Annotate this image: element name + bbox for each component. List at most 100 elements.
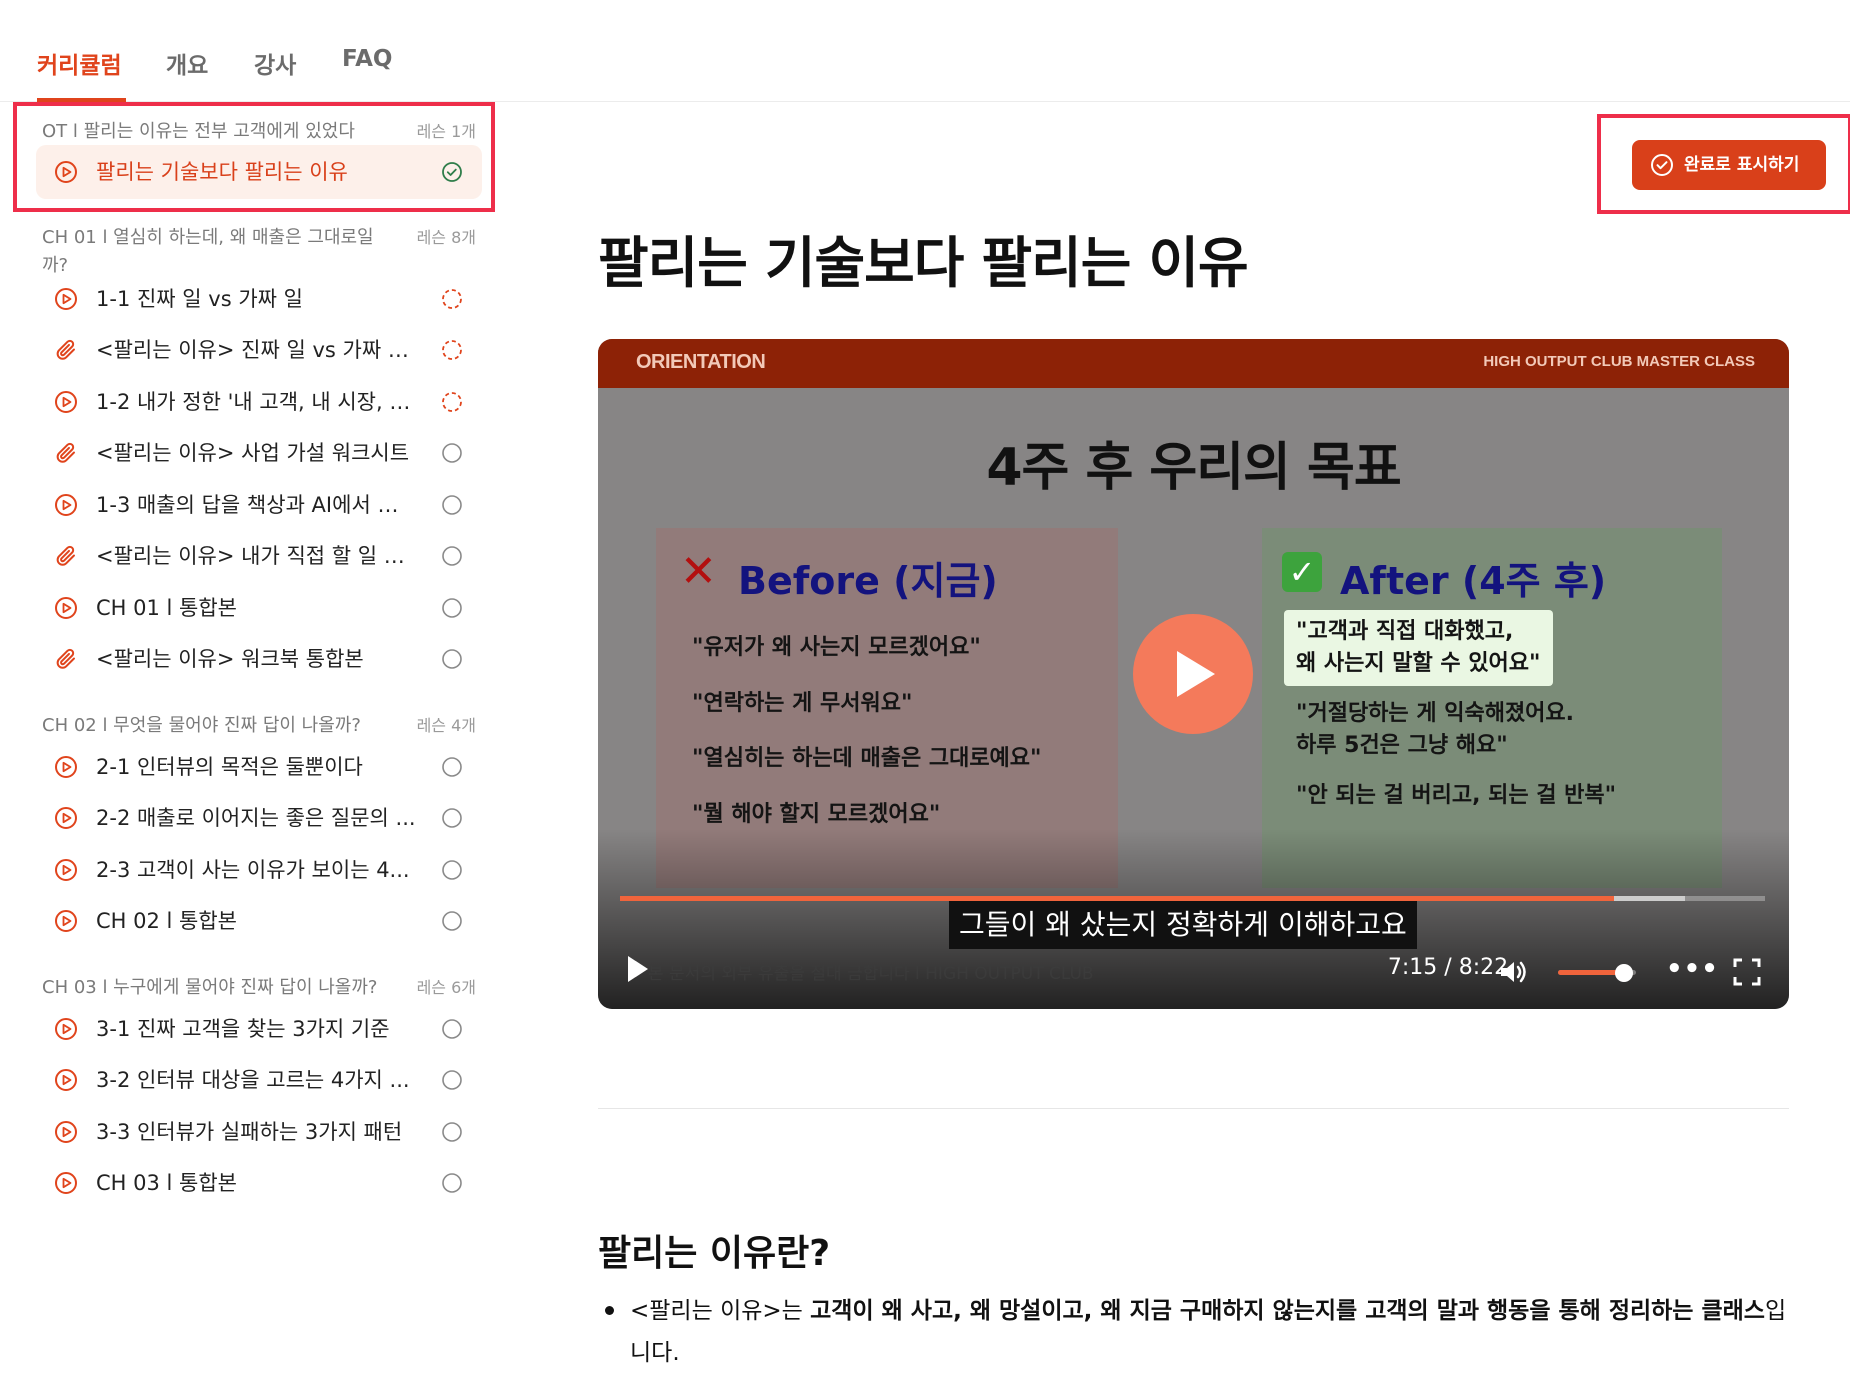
lesson-title: 1-3 매출의 답을 책상과 AI에서 찾... [96, 493, 416, 517]
play-circle-icon [54, 1120, 78, 1144]
mark-complete-button[interactable]: 완료로 표시하기 [1632, 140, 1826, 190]
section-title: CH 02 l 무엇을 물어야 진짜 답이 나올까? [42, 715, 361, 736]
video-player[interactable]: ORIENTATION HIGH OUTPUT CLUB MASTER CLAS… [598, 339, 1789, 1009]
after-quote-line: 왜 사는지 말할 수 있어요" [1296, 651, 1541, 676]
lesson-item[interactable]: <팔리는 이유> 내가 직접 할 일 vs ... [36, 529, 482, 583]
not-started-icon [441, 1018, 463, 1040]
lesson-title: 1-1 진짜 일 vs 가짜 일 [96, 287, 303, 311]
cross-mark-icon: ✕ [680, 546, 717, 597]
lesson-item[interactable]: <팔리는 이유> 워크북 통합본 [36, 632, 482, 686]
not-started-icon [441, 545, 463, 567]
lesson-title: <팔리는 이유> 워크북 통합본 [96, 647, 364, 671]
lesson-item[interactable]: 2-3 고객이 사는 이유가 보이는 4... [36, 843, 482, 897]
lesson-item[interactable]: 1-2 내가 정한 '내 고객, 내 시장, 내... [36, 375, 482, 429]
play-circle-icon [54, 596, 78, 620]
lesson-title: 1-2 내가 정한 '내 고객, 내 시장, 내... [96, 390, 416, 414]
in-progress-icon [441, 391, 463, 413]
play-circle-icon [54, 287, 78, 311]
after-quote-line: "안 되는 걸 버리고, 되는 걸 반복" [1296, 783, 1617, 808]
lesson-item[interactable]: CH 01 l 통합본 [36, 581, 482, 635]
content-divider [598, 1108, 1789, 1109]
section-lesson-count: 레슨 8개 [416, 228, 476, 247]
lesson-item[interactable]: 3-3 인터뷰가 실패하는 3가지 패턴 [36, 1105, 482, 1159]
not-started-icon [441, 1069, 463, 1091]
lesson-item[interactable]: CH 03 l 통합본 [36, 1156, 482, 1210]
not-started-icon [441, 648, 463, 670]
play-circle-icon [54, 755, 78, 779]
more-options-icon[interactable]: ••• [1666, 956, 1718, 985]
video-subtitle: 그들이 왜 샀는지 정확하게 이해하고요 [949, 901, 1417, 949]
after-quote: "거절당하는 게 익숙해졌어요. 하루 5건은 그냥 해요" [1296, 698, 1574, 762]
before-quote: "열심히는 하는데 매출은 그대로예요" [692, 746, 1042, 771]
in-progress-icon [441, 339, 463, 361]
volume-icon[interactable] [1498, 957, 1528, 987]
slide-heading: 4주 후 우리의 목표 [986, 438, 1401, 498]
play-circle-icon [54, 1068, 78, 1092]
before-quote: "유저가 왜 사는지 모르겠어요" [692, 635, 981, 660]
after-quote-line: 하루 5건은 그냥 해요" [1296, 733, 1508, 758]
after-quote-line: "거절당하는 게 익숙해졌어요. [1296, 701, 1575, 726]
big-play-button[interactable] [1133, 614, 1253, 734]
lesson-item[interactable]: <팔리는 이유> 진짜 일 vs 가짜 일 ... [36, 323, 482, 377]
volume-slider[interactable] [1558, 964, 1636, 982]
not-started-icon [441, 859, 463, 881]
curriculum-sidebar: OT l 팔리는 이유는 전부 고객에게 있었다 레슨 1개 팔리는 기술보다 팔리… [0, 102, 500, 1390]
slide-brand-label: HIGH OUTPUT CLUB MASTER CLASS [1483, 353, 1755, 370]
not-started-icon [441, 807, 463, 829]
section-title: CH 03 l 누구에게 물어야 진짜 답이 나올까? [42, 977, 378, 998]
tab-overview[interactable]: 개요 [166, 46, 208, 80]
mark-complete-label: 완료로 표시하기 [1684, 155, 1800, 175]
after-quote: "안 되는 걸 버리고, 되는 걸 반복" [1296, 780, 1616, 812]
tab-curriculum[interactable]: 커리큘럼 [37, 46, 122, 80]
lesson-item[interactable]: 3-1 진짜 고객을 찾는 3가지 기준 [36, 1002, 482, 1056]
lesson-title: <팔리는 이유> 사업 가설 워크시트 [96, 441, 410, 465]
lesson-title: CH 01 l 통합본 [96, 596, 237, 620]
lesson-item[interactable]: <팔리는 이유> 사업 가설 워크시트 [36, 426, 482, 480]
play-icon [1177, 651, 1215, 697]
after-quote-line: "고객과 직접 대화했고, [1296, 619, 1514, 644]
section-lesson-count: 레슨 6개 [416, 978, 476, 997]
tab-faq[interactable]: FAQ [342, 46, 392, 72]
tab-instructor[interactable]: 강사 [254, 46, 296, 80]
not-started-icon [441, 1172, 463, 1194]
fullscreen-icon[interactable] [1732, 957, 1762, 987]
play-circle-icon [54, 909, 78, 933]
lesson-title: <팔리는 이유> 내가 직접 할 일 vs ... [96, 544, 416, 568]
not-started-icon [441, 442, 463, 464]
play-icon[interactable] [626, 954, 650, 984]
lesson-title: 2-1 인터뷰의 목적은 둘뿐이다 [96, 755, 363, 779]
bullet-lead: <팔리는 이유>는 [630, 1298, 811, 1324]
lesson-title: CH 03 l 통합본 [96, 1171, 237, 1195]
description-bullet: <팔리는 이유>는 고객이 왜 사고, 왜 망설이고, 왜 지금 구매하지 않는… [630, 1290, 1795, 1374]
video-watermark: 본 문서의 외부 유출을 절대 금합니다 l HIGH OUTPUT CLUB [648, 964, 1094, 984]
not-started-icon [441, 756, 463, 778]
paperclip-icon [54, 647, 78, 671]
play-circle-icon [54, 1171, 78, 1195]
paperclip-icon [54, 441, 78, 465]
lesson-item[interactable]: 2-2 매출로 이어지는 좋은 질문의 ... [36, 791, 482, 845]
annotation-highlight-box [13, 102, 495, 212]
lesson-item[interactable]: CH 02 l 통합본 [36, 894, 482, 948]
slide-header-bar: ORIENTATION HIGH OUTPUT CLUB MASTER CLAS… [598, 339, 1789, 388]
lesson-title: CH 02 l 통합본 [96, 909, 237, 933]
check-box-icon: ✓ [1282, 552, 1322, 592]
play-circle-icon [54, 1017, 78, 1041]
lesson-item[interactable]: 3-2 인터뷰 대상을 고르는 4가지 ... [36, 1053, 482, 1107]
not-started-icon [441, 494, 463, 516]
slide-section-label: ORIENTATION [636, 351, 766, 373]
tab-bar: 커리큘럼 개요 강사 FAQ [0, 0, 1850, 102]
bullet-bold: 고객이 왜 사고, 왜 망설이고, 왜 지금 구매하지 않는지를 고객의 말과 … [810, 1298, 1765, 1324]
description-heading: 팔리는 이유란? [598, 1233, 831, 1274]
lesson-title: <팔리는 이유> 진짜 일 vs 가짜 일 ... [96, 338, 416, 362]
play-circle-icon [54, 858, 78, 882]
lesson-title: 3-1 진짜 고객을 찾는 3가지 기준 [96, 1017, 390, 1041]
lesson-title: 2-3 고객이 사는 이유가 보이는 4... [96, 858, 410, 882]
lesson-title: 팔리는 기술보다 팔리는 이유 [598, 231, 1249, 295]
lesson-item[interactable]: 1-3 매출의 답을 책상과 AI에서 찾... [36, 478, 482, 532]
lesson-item[interactable]: 2-1 인터뷰의 목적은 둘뿐이다 [36, 740, 482, 794]
in-progress-icon [441, 288, 463, 310]
lesson-title: 2-2 매출로 이어지는 좋은 질문의 ... [96, 806, 416, 830]
lesson-item[interactable]: 1-1 진짜 일 vs 가짜 일 [36, 272, 482, 326]
after-quote-highlighted: "고객과 직접 대화했고, 왜 사는지 말할 수 있어요" [1284, 610, 1553, 686]
not-started-icon [441, 910, 463, 932]
